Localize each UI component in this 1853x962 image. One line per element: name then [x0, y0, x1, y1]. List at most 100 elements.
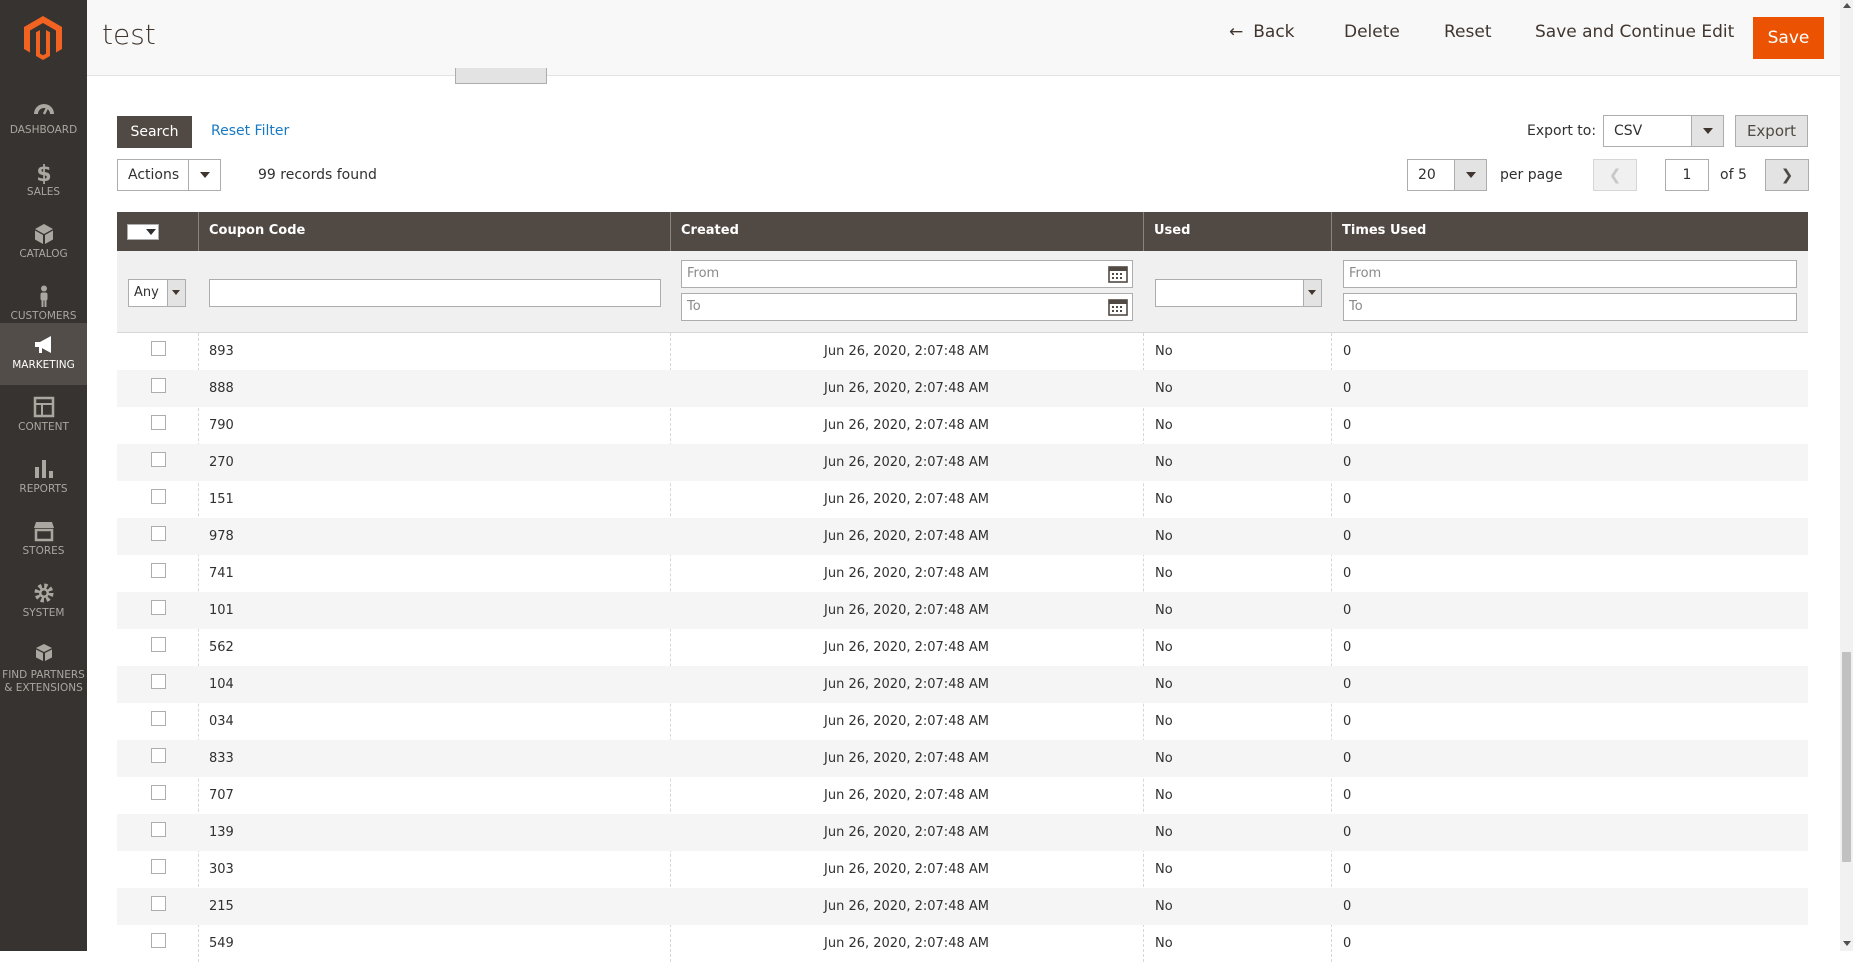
save-button[interactable]: Save: [1753, 17, 1824, 59]
table-row[interactable]: 562 Jun 26, 2020, 2:07:48 AM No 0: [117, 629, 1808, 666]
layout-icon: [33, 396, 54, 418]
row-checkbox[interactable]: [151, 933, 166, 948]
calendar-icon[interactable]: [1108, 298, 1128, 316]
row-checkbox[interactable]: [151, 785, 166, 800]
table-row[interactable]: 707 Jun 26, 2020, 2:07:48 AM No 0: [117, 777, 1808, 814]
scroll-thumb[interactable]: [1842, 652, 1851, 862]
nav-dashboard[interactable]: DASHBOARD: [0, 88, 87, 150]
cell-created: Jun 26, 2020, 2:07:48 AM: [824, 529, 989, 544]
row-checkbox[interactable]: [151, 748, 166, 763]
row-checkbox[interactable]: [151, 822, 166, 837]
scroll-up-icon[interactable]: [1843, 3, 1851, 8]
table-row[interactable]: 034 Jun 26, 2020, 2:07:48 AM No 0: [117, 703, 1808, 740]
save-and-continue-button[interactable]: Save and Continue Edit: [1535, 22, 1734, 42]
cubes-icon: [35, 644, 52, 661]
table-row[interactable]: 888 Jun 26, 2020, 2:07:48 AM No 0: [117, 370, 1808, 407]
mass-actions-select[interactable]: Actions: [117, 159, 221, 191]
export-format-select[interactable]: CSV: [1603, 115, 1724, 147]
column-header-times-used[interactable]: Times Used: [1331, 212, 1808, 251]
table-row[interactable]: 139 Jun 26, 2020, 2:07:48 AM No 0: [117, 814, 1808, 851]
delete-button[interactable]: Delete: [1344, 22, 1400, 42]
nav-find-partners[interactable]: FIND PARTNERS & EXTENSIONS: [0, 633, 87, 709]
cell-created: Jun 26, 2020, 2:07:48 AM: [824, 455, 989, 470]
filter-created-from[interactable]: From: [681, 260, 1133, 288]
search-button[interactable]: Search: [117, 116, 192, 148]
cell-coupon-code: 707: [209, 788, 234, 803]
reset-filter-link[interactable]: Reset Filter: [211, 123, 289, 139]
row-checkbox[interactable]: [151, 637, 166, 652]
per-page-select[interactable]: 20: [1407, 159, 1487, 191]
partially-hidden-button[interactable]: [455, 68, 547, 84]
magento-logo-icon[interactable]: [24, 16, 62, 60]
cell-used: No: [1155, 825, 1173, 840]
table-row[interactable]: 215 Jun 26, 2020, 2:07:48 AM No 0: [117, 888, 1808, 925]
export-to-label: Export to:: [1527, 123, 1597, 139]
row-checkbox[interactable]: [151, 489, 166, 504]
gear-icon: [34, 583, 53, 603]
row-checkbox[interactable]: [151, 563, 166, 578]
nav-content[interactable]: CONTENT: [0, 385, 87, 447]
filter-used-select[interactable]: [1155, 279, 1322, 307]
table-row[interactable]: 893 Jun 26, 2020, 2:07:48 AM No 0: [117, 333, 1808, 370]
table-row[interactable]: 790 Jun 26, 2020, 2:07:48 AM No 0: [117, 407, 1808, 444]
table-row[interactable]: 101 Jun 26, 2020, 2:07:48 AM No 0: [117, 592, 1808, 629]
row-checkbox[interactable]: [151, 859, 166, 874]
filter-created-to-placeholder: To: [687, 299, 701, 314]
table-row[interactable]: 741 Jun 26, 2020, 2:07:48 AM No 0: [117, 555, 1808, 592]
cell-created: Jun 26, 2020, 2:07:48 AM: [824, 899, 989, 914]
cell-coupon-code: 790: [209, 418, 234, 433]
next-page-button[interactable]: ❯: [1765, 159, 1809, 191]
row-checkbox[interactable]: [151, 600, 166, 615]
cell-coupon-code: 549: [209, 936, 234, 951]
nav-system[interactable]: SYSTEM: [0, 571, 87, 633]
table-row[interactable]: 151 Jun 26, 2020, 2:07:48 AM No 0: [117, 481, 1808, 518]
column-header-coupon-code[interactable]: Coupon Code: [198, 212, 670, 251]
filter-created-to[interactable]: To: [681, 293, 1133, 321]
filter-coupon-code-input[interactable]: [209, 279, 661, 307]
row-checkbox[interactable]: [151, 415, 166, 430]
row-checkbox[interactable]: [151, 341, 166, 356]
cell-coupon-code: 151: [209, 492, 234, 507]
filter-times-used-from[interactable]: From: [1343, 260, 1797, 288]
nav-sales[interactable]: $ SALES: [0, 150, 87, 212]
export-button[interactable]: Export: [1735, 115, 1808, 147]
chevron-down-icon: [1703, 128, 1713, 134]
table-row[interactable]: 978 Jun 26, 2020, 2:07:48 AM No 0: [117, 518, 1808, 555]
column-header-created[interactable]: Created: [670, 212, 1143, 251]
previous-page-button[interactable]: ❮: [1593, 159, 1637, 191]
table-row[interactable]: 549 Jun 26, 2020, 2:07:48 AM No 0: [117, 925, 1808, 962]
column-header-used[interactable]: Used: [1143, 212, 1331, 251]
cell-created: Jun 26, 2020, 2:07:48 AM: [824, 677, 989, 692]
table-row[interactable]: 303 Jun 26, 2020, 2:07:48 AM No 0: [117, 851, 1808, 888]
row-checkbox[interactable]: [151, 711, 166, 726]
row-checkbox[interactable]: [151, 526, 166, 541]
select-all-control[interactable]: [127, 224, 159, 240]
row-checkbox[interactable]: [151, 378, 166, 393]
current-page-input[interactable]: 1: [1665, 159, 1709, 191]
chevron-down-icon: [172, 290, 180, 295]
calendar-icon[interactable]: [1108, 265, 1128, 283]
table-row[interactable]: 104 Jun 26, 2020, 2:07:48 AM No 0: [117, 666, 1808, 703]
table-row[interactable]: 270 Jun 26, 2020, 2:07:48 AM No 0: [117, 444, 1808, 481]
table-row[interactable]: 833 Jun 26, 2020, 2:07:48 AM No 0: [117, 740, 1808, 777]
nav-marketing[interactable]: MARKETING: [0, 323, 87, 385]
mass-actions-value: Actions: [128, 167, 180, 183]
scroll-down-icon[interactable]: [1843, 941, 1851, 946]
back-button[interactable]: ← Back: [1229, 22, 1295, 42]
dollar-icon: $: [36, 162, 51, 184]
cell-times-used: 0: [1343, 566, 1352, 581]
row-checkbox[interactable]: [151, 674, 166, 689]
storefront-icon: [33, 522, 54, 542]
page-scrollbar[interactable]: [1840, 0, 1853, 951]
row-checkbox[interactable]: [151, 452, 166, 467]
nav-reports[interactable]: REPORTS: [0, 447, 87, 509]
filter-times-used-to[interactable]: To: [1343, 293, 1797, 321]
nav-stores[interactable]: STORES: [0, 509, 87, 571]
reset-button[interactable]: Reset: [1444, 22, 1492, 42]
nav-catalog[interactable]: CATALOG: [0, 212, 87, 274]
filter-row: Any From To From To: [117, 251, 1808, 333]
row-checkbox[interactable]: [151, 896, 166, 911]
filter-select-any[interactable]: Any: [128, 279, 186, 307]
cell-used: No: [1155, 936, 1173, 951]
bar-chart-icon: [34, 460, 53, 478]
